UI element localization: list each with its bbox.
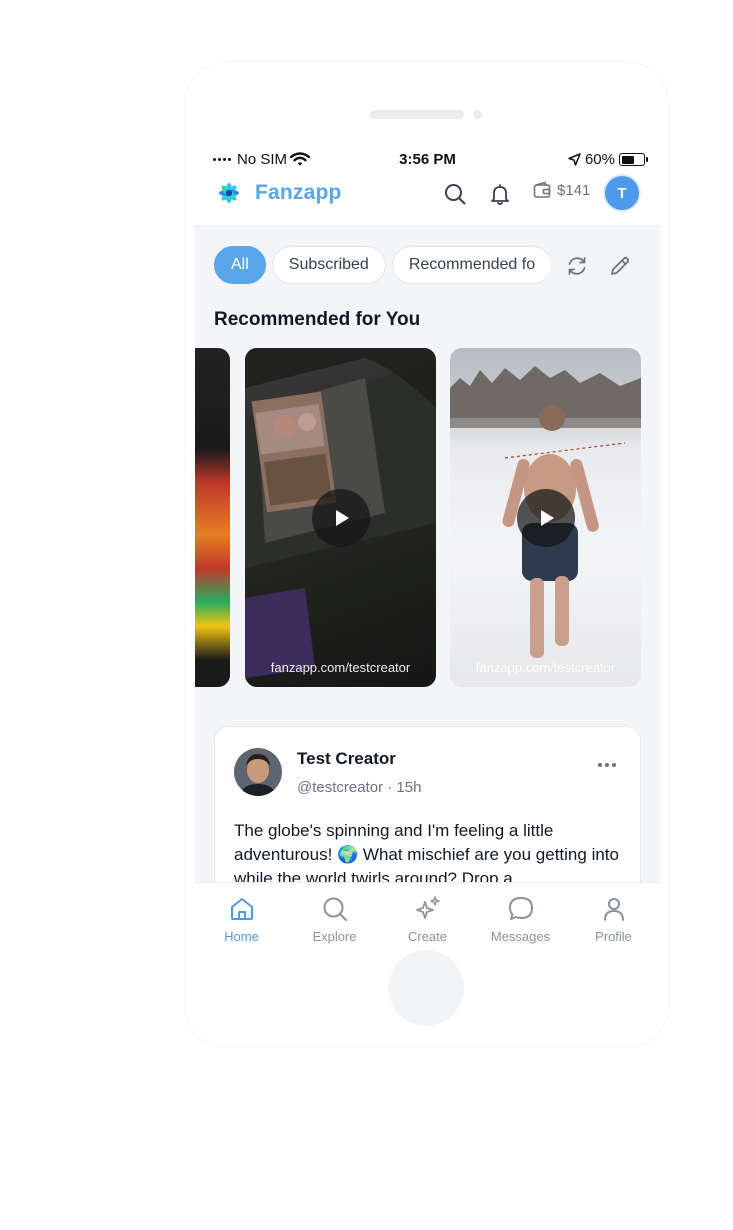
wallet-balance-button[interactable]: $141 [533,181,590,199]
bottom-tab-bar: Home Explore Create Messages Profile [195,882,660,955]
author-avatar[interactable] [234,748,282,796]
tab-messages[interactable]: Messages [474,895,567,944]
tab-label: Create [407,929,448,944]
chat-bubble-icon [508,897,533,920]
play-button[interactable] [311,489,370,547]
phone-speaker [370,110,464,119]
author-avatar-image [234,748,282,796]
tab-explore[interactable]: Explore [288,895,381,944]
tab-label: Profile [595,929,632,944]
post-card[interactable]: Test Creator @testcreator · 15h The glob… [214,726,641,882]
home-feed[interactable]: All Subscribed Recommended fo Recommended … [195,226,660,882]
reel-card[interactable]: fanzapp.com/testcreator [245,348,436,687]
user-avatar[interactable]: T [605,176,639,210]
chip-recommended[interactable]: Recommended fo [391,246,550,284]
chip-all[interactable]: All [214,246,266,284]
battery-icon [619,153,648,166]
app-header: Fanzapp $141 T [195,175,660,226]
person-icon [603,898,624,921]
status-bar-right: 60% [568,151,648,168]
battery-level [621,155,635,164]
tab-home[interactable]: Home [195,895,288,944]
reel-card[interactable] [195,348,230,687]
more-options-icon[interactable] [598,763,616,767]
author-handle-time: @testcreator · 15h [297,779,422,796]
refresh-icon[interactable] [565,254,589,278]
logo-icon [219,183,239,203]
reel-caption: fanzapp.com/testcreator [270,660,411,675]
search-icon[interactable] [443,182,467,206]
location-arrow-icon [568,153,581,166]
wallet-balance: $141 [557,181,591,199]
author-name[interactable]: Test Creator [297,749,396,769]
play-icon [540,510,554,526]
tab-label: Explore [312,929,357,944]
app-logo[interactable]: Fanzapp [213,177,342,209]
home-icon [230,898,253,920]
tab-label: Messages [490,929,551,944]
app-name: Fanzapp [255,181,342,204]
battery-percentage: 60% [584,151,615,168]
status-bar: No SIM 3:56 PM 60% [195,145,660,175]
play-icon [335,510,349,526]
tab-create[interactable]: Create [381,895,474,944]
phone-camera [473,110,482,119]
post-text: The globe's spinning and I'm feeling a l… [234,821,619,882]
app-screen: No SIM 3:56 PM 60% Fanzapp $141 T All Su… [195,145,660,955]
reel-caption: fanzapp.com/testcreator [475,660,616,675]
sparkle-icon [415,896,440,919]
chip-subscribed[interactable]: Subscribed [271,246,386,284]
reel-card[interactable]: fanzapp.com/testcreator [450,348,641,687]
phone-home-button[interactable] [388,950,464,1026]
filter-chips: All Subscribed Recommended fo [214,246,550,286]
bell-icon[interactable] [488,182,512,206]
search-icon [323,897,347,921]
tab-profile[interactable]: Profile [567,895,660,944]
wallet-icon [533,181,551,198]
edit-icon[interactable] [608,254,632,278]
section-title-recommended: Recommended for You [214,309,421,330]
tab-label: Home [224,929,259,944]
play-button[interactable] [516,489,575,547]
